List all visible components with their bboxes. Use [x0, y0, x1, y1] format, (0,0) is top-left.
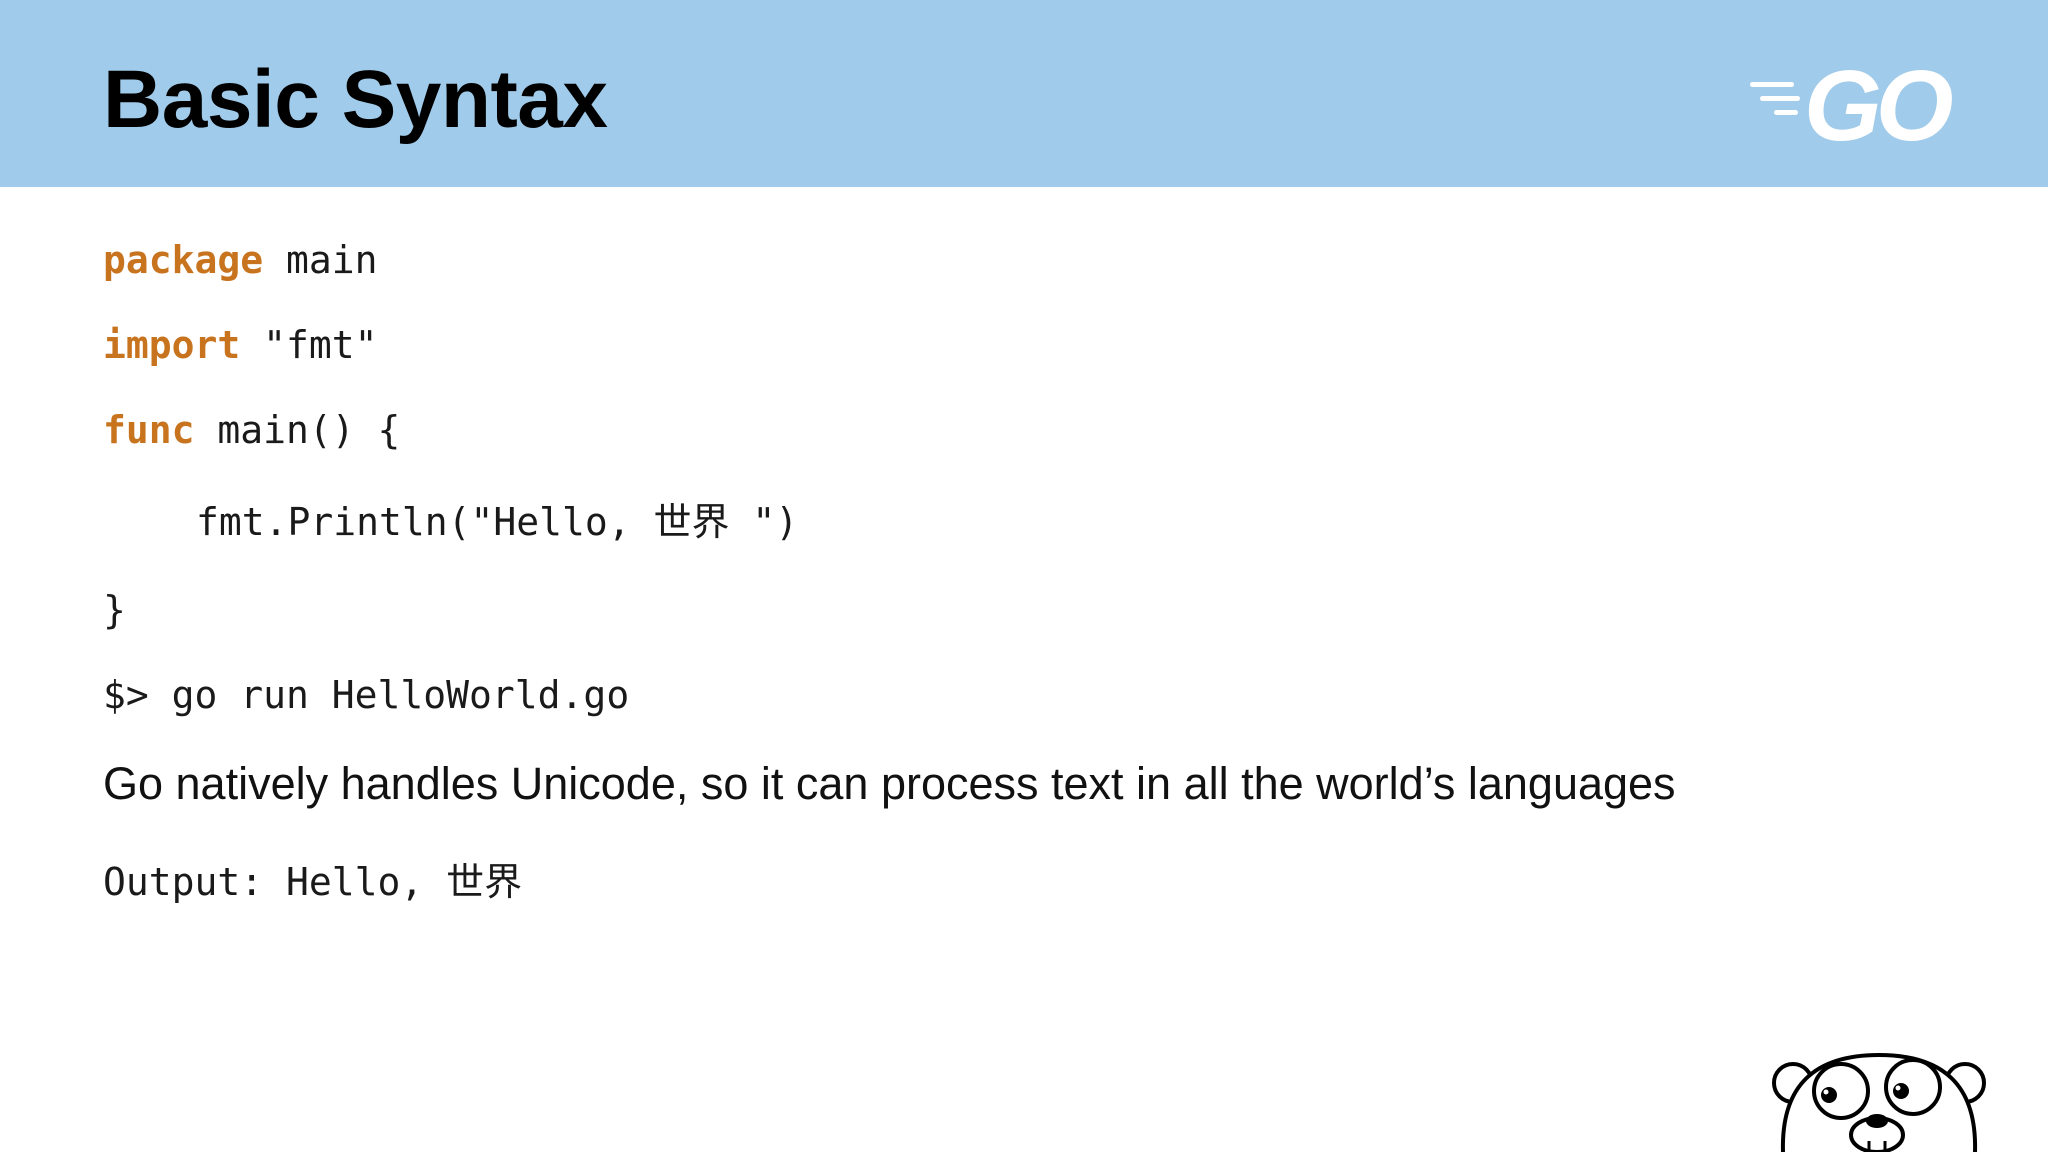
program-output-text: Output: Hello, 世界	[103, 860, 523, 904]
keyword-func: func	[103, 408, 195, 452]
code-line-package: package main	[103, 236, 378, 284]
code-line-func: func main() {	[103, 406, 400, 454]
keyword-import: import	[103, 323, 241, 367]
run-command: $> go run HelloWorld.go	[103, 671, 629, 719]
gopher-mascot-icon	[1772, 1053, 1986, 1152]
code-func-signature: main() {	[194, 408, 401, 452]
slide-title: Basic Syntax	[103, 54, 608, 145]
go-logo-icon: GO	[1750, 56, 1959, 150]
slide-header: Basic Syntax GO	[0, 0, 2048, 187]
code-line-println: fmt.Println("Hello, 世界 ")	[103, 498, 798, 546]
code-import-path: "fmt"	[240, 323, 378, 367]
go-logo-text: GO	[1804, 56, 1953, 150]
code-closing-brace: }	[103, 588, 126, 632]
program-output: Output: Hello, 世界	[103, 858, 522, 906]
run-command-text: $> go run HelloWorld.go	[103, 673, 630, 717]
code-package-name: main	[263, 238, 378, 282]
keyword-package: package	[103, 238, 264, 282]
code-line-closing-brace: }	[103, 586, 126, 634]
code-println-call: fmt.Println("Hello, 世界 ")	[196, 500, 799, 544]
unicode-description: Go natively handles Unicode, so it can p…	[103, 758, 1676, 809]
slide: Basic Syntax GO package main import "fmt…	[0, 0, 2048, 1152]
code-line-import: import "fmt"	[103, 321, 378, 369]
